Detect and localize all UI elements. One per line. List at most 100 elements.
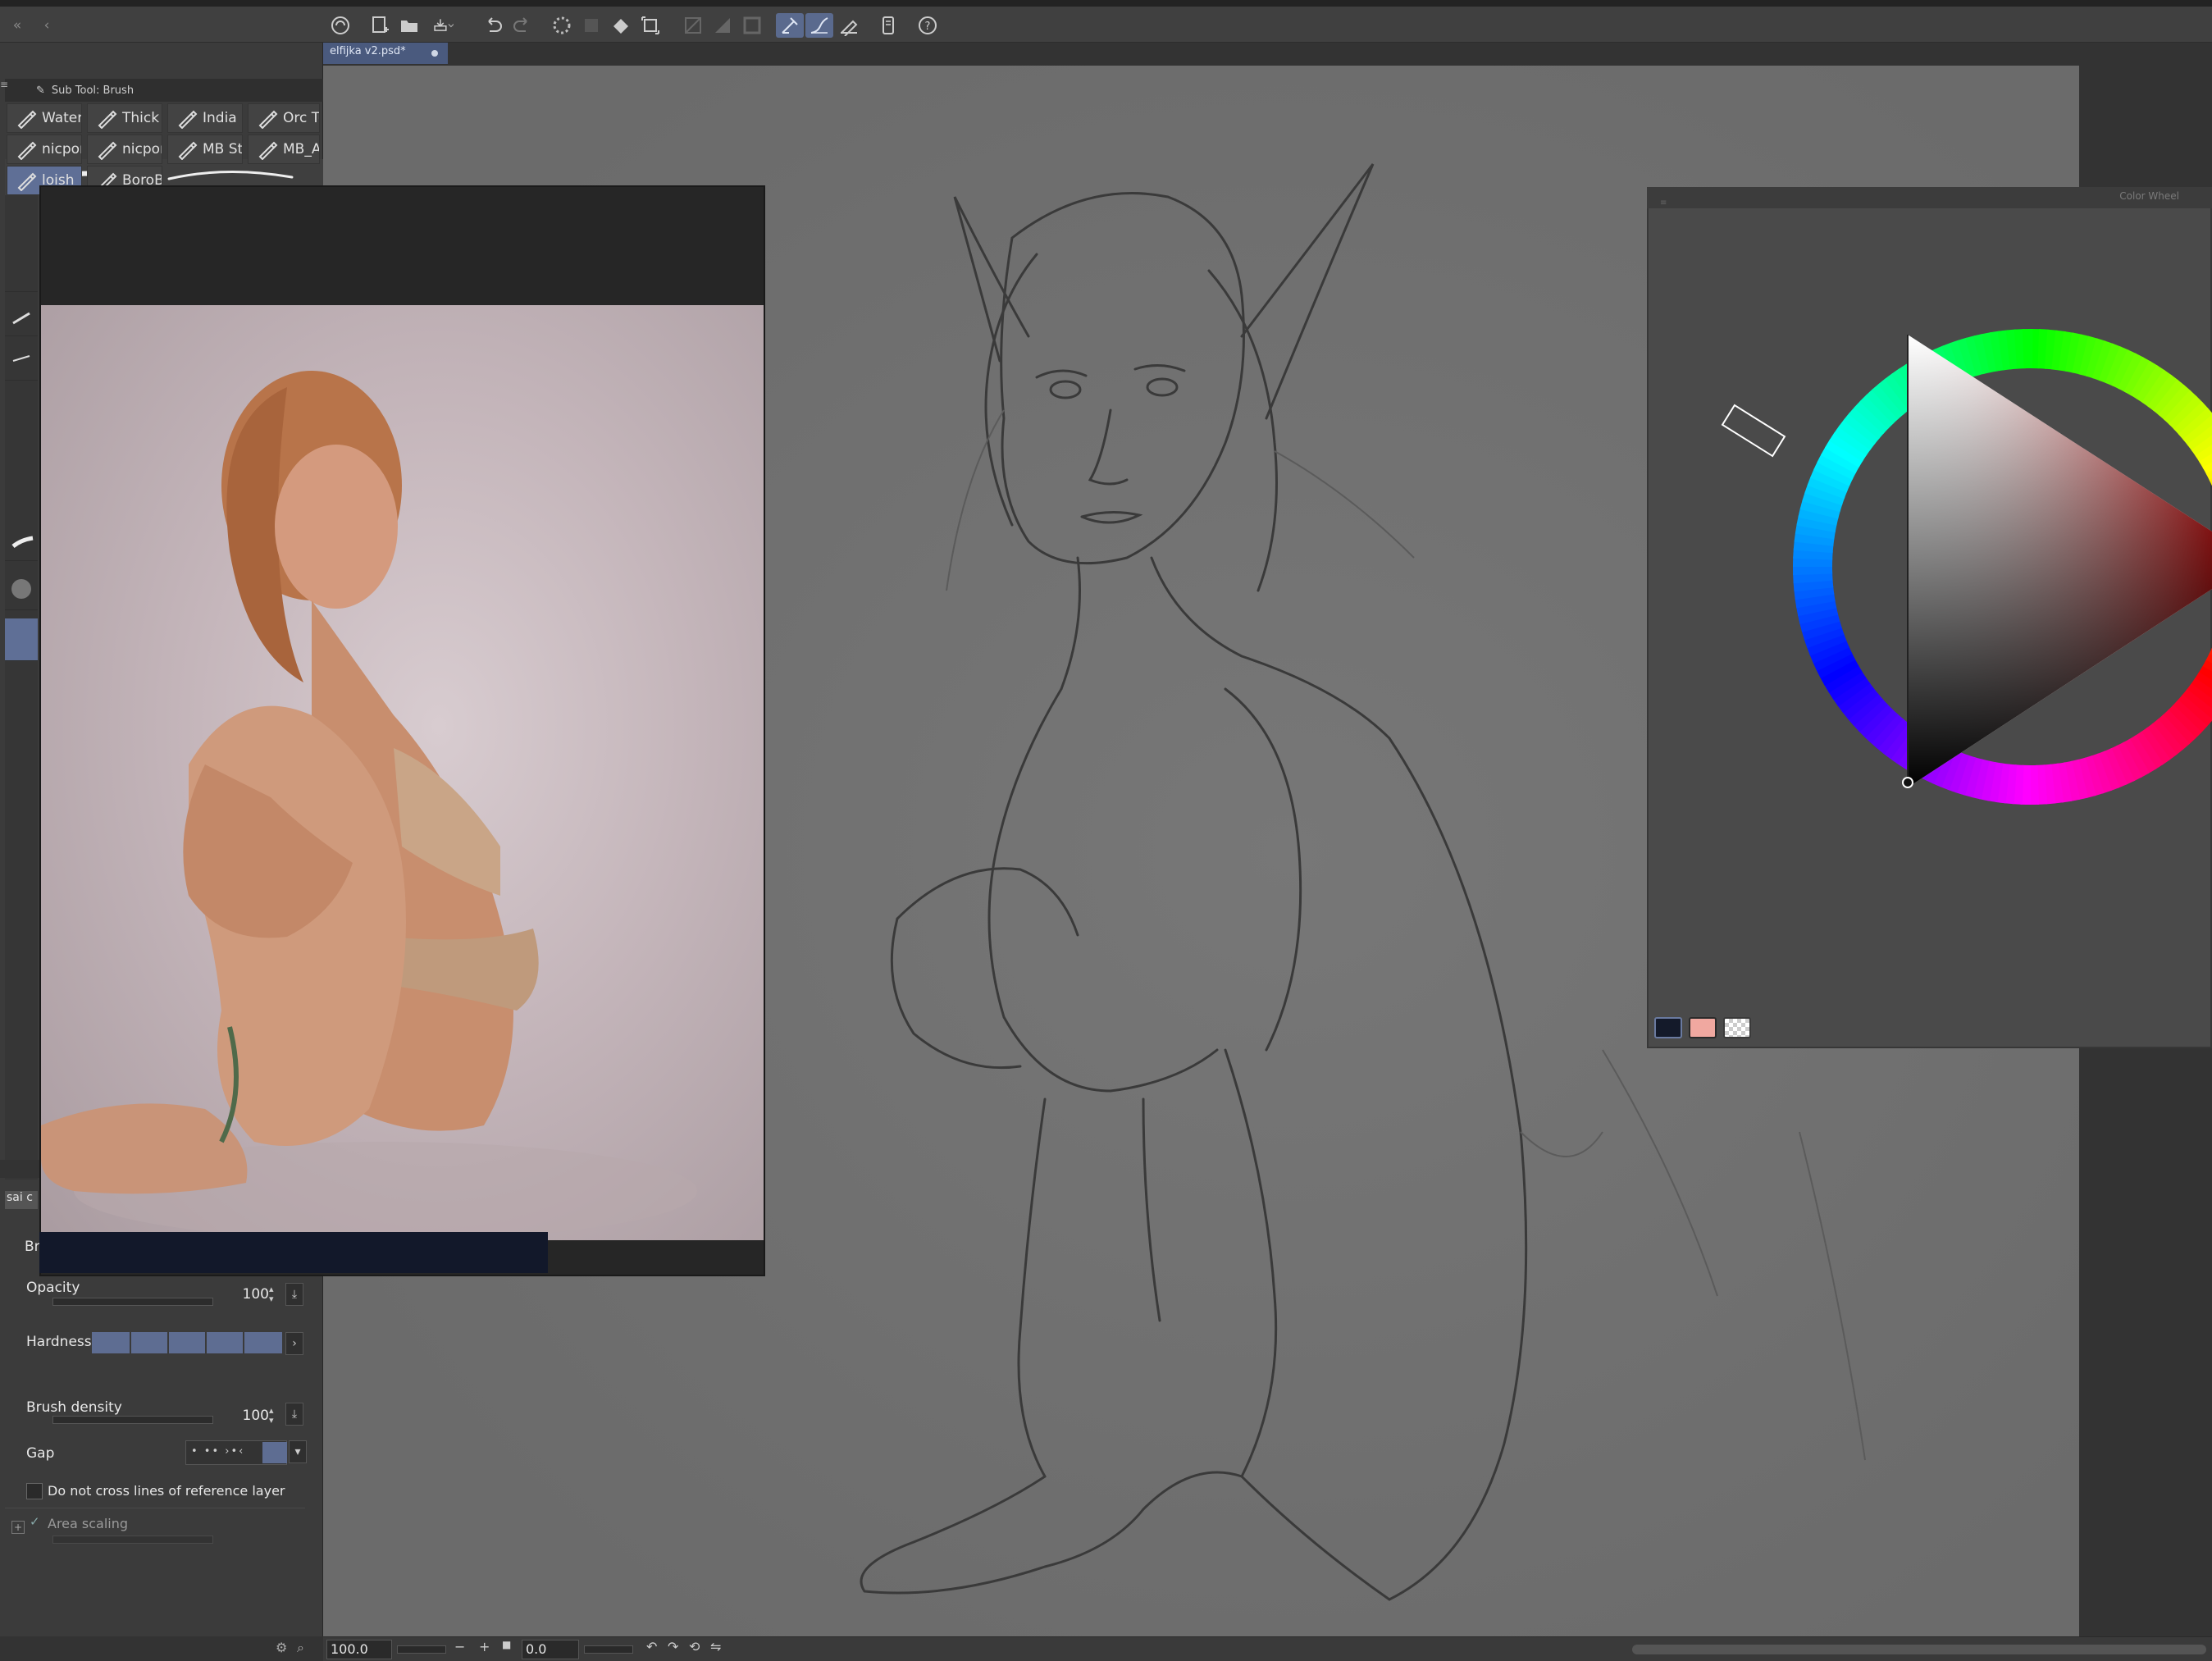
hardness-segment[interactable] — [92, 1332, 131, 1353]
brush-item-label: Orc Tu — [283, 110, 319, 126]
brush-item-label: nicpon — [122, 141, 162, 157]
color-wheel-graphic[interactable] — [1662, 212, 2212, 1024]
pen-icon — [96, 107, 117, 130]
hardness-label: Hardness — [26, 1334, 92, 1350]
color-wheel-title: Color Wheel — [2119, 190, 2179, 202]
clear-icon[interactable] — [577, 13, 605, 38]
brush-item-label: India i — [203, 110, 243, 126]
area-scaling-check-icon[interactable]: ✓ — [30, 1514, 40, 1529]
hardness-expand-icon[interactable]: › — [285, 1332, 303, 1355]
rotation-field[interactable]: 0.0 — [522, 1640, 579, 1659]
zoom-slider[interactable] — [397, 1645, 446, 1654]
sub-color-swatch[interactable] — [1689, 1017, 1717, 1038]
snap-ruler-icon[interactable] — [709, 13, 737, 38]
brush-item[interactable]: Orc Tu — [248, 103, 320, 133]
zoom-in-icon[interactable]: + — [479, 1639, 490, 1654]
panel-menu-icon[interactable]: ≡ — [0, 79, 8, 102]
zoom-field[interactable]: 100.0 — [326, 1640, 392, 1659]
gap-dropdown-icon[interactable]: ▾ — [289, 1440, 307, 1463]
undo-icon[interactable] — [479, 13, 507, 38]
brush-item[interactable]: nicpon — [87, 135, 162, 164]
gap-selected-option[interactable] — [262, 1442, 287, 1463]
hardness-segment[interactable] — [207, 1332, 244, 1353]
reference-layer-checkbox[interactable] — [26, 1483, 43, 1499]
brush-item[interactable]: MB St — [167, 135, 243, 164]
rotation-slider[interactable] — [584, 1645, 633, 1654]
fit-icon[interactable]: ■ — [502, 1639, 511, 1650]
redo-icon[interactable] — [509, 13, 536, 38]
brush-density-label: Brush density — [26, 1399, 122, 1416]
document-tab-bar — [323, 43, 2212, 66]
transform-icon[interactable] — [636, 13, 664, 38]
panel-grip-icon[interactable]: ≡ — [1660, 198, 1667, 208]
snap-off-icon[interactable] — [679, 13, 707, 38]
pen-pressure-icon[interactable] — [805, 13, 833, 38]
save-icon[interactable] — [425, 13, 461, 38]
hardness-selector[interactable] — [92, 1332, 285, 1353]
help-icon[interactable]: ? — [914, 13, 942, 38]
hue-marker[interactable] — [1721, 404, 1786, 458]
clip-studio-icon[interactable] — [326, 13, 354, 38]
brush-density-pressure-icon[interactable]: ⤓ — [285, 1403, 303, 1426]
brush-tool-icon: ✎ — [36, 84, 45, 97]
fill-icon[interactable] — [607, 13, 635, 38]
stabilizer-icon[interactable] — [776, 13, 804, 38]
collapse-left-icon[interactable]: « — [5, 13, 30, 38]
hardness-segment[interactable] — [169, 1332, 207, 1353]
zoom-out-icon[interactable]: − — [454, 1639, 465, 1654]
flip-icon[interactable]: ⇋ — [710, 1639, 721, 1654]
opacity-pressure-icon[interactable]: ⤓ — [285, 1283, 303, 1306]
brush-item-label: MB_A — [283, 141, 320, 157]
reset-rotation-icon[interactable]: ⟲ — [689, 1639, 700, 1654]
section-label: Br — [25, 1239, 40, 1255]
document-tab[interactable]: elfijka v2.psd* — [323, 43, 448, 64]
rotate-right-icon[interactable]: ↷ — [668, 1639, 678, 1654]
expand-icon[interactable]: + — [11, 1521, 25, 1534]
horizontal-scrollbar[interactable] — [1632, 1645, 2206, 1654]
hardness-segment[interactable] — [244, 1332, 284, 1353]
subtool-header: ✎ Sub Tool: Brush — [5, 79, 323, 102]
opacity-label: Opacity — [26, 1280, 80, 1296]
color-point-marker[interactable] — [1902, 777, 1913, 788]
search-icon[interactable]: ⌕ — [297, 1640, 304, 1656]
loading-icon[interactable] — [548, 13, 576, 38]
pen-icon — [16, 170, 37, 192]
reference-photo — [41, 305, 764, 1240]
brush-item[interactable]: MB_A — [248, 135, 320, 164]
transparent-color-swatch[interactable] — [1723, 1017, 1751, 1038]
rotate-left-icon[interactable]: ↶ — [646, 1639, 657, 1654]
brush-list-item[interactable] — [5, 338, 38, 381]
color-wheel-titlebar[interactable]: Color Wheel — [1647, 187, 2212, 208]
opacity-value[interactable]: 100 — [221, 1286, 269, 1303]
opacity-slider[interactable] — [52, 1298, 213, 1306]
gap-label: Gap — [26, 1445, 55, 1462]
settings-icon[interactable]: ⚙ — [276, 1640, 287, 1655]
area-scaling-slider[interactable] — [52, 1536, 213, 1544]
brush-density-slider[interactable] — [52, 1416, 213, 1424]
chevron-left-icon[interactable]: ‹ — [34, 13, 59, 38]
smartphone-icon[interactable] — [874, 13, 902, 38]
new-file-icon[interactable] — [366, 13, 394, 38]
main-color-swatch[interactable] — [1654, 1017, 1682, 1038]
brush-list-item[interactable] — [5, 568, 38, 610]
close-tab-icon[interactable] — [431, 50, 438, 57]
brush-density-stepper-icon[interactable]: ▴ ▾ — [269, 1406, 280, 1427]
brush-item[interactable]: nicpon — [7, 135, 82, 164]
brush-item[interactable]: Water — [7, 103, 82, 133]
eraser-snap-icon[interactable] — [835, 13, 863, 38]
snap-grid-icon[interactable] — [738, 13, 766, 38]
brush-list-item[interactable] — [5, 294, 38, 336]
color-wheel[interactable] — [1662, 212, 2212, 1024]
brush-item[interactable]: Thick — [87, 103, 162, 133]
open-folder-icon[interactable] — [395, 13, 423, 38]
brush-item-label: nicpon — [42, 141, 81, 157]
brush-item[interactable]: India i — [167, 103, 243, 133]
hardness-segment[interactable] — [131, 1332, 169, 1353]
title-strip — [0, 0, 2212, 7]
brush-list-item[interactable] — [5, 249, 38, 292]
brush-list-item-selected[interactable] — [5, 618, 38, 661]
opacity-stepper-icon[interactable]: ▴ ▾ — [269, 1285, 280, 1306]
pen-icon — [96, 139, 117, 161]
brush-density-value[interactable]: 100 — [221, 1408, 269, 1424]
brush-list-item[interactable] — [5, 518, 38, 561]
